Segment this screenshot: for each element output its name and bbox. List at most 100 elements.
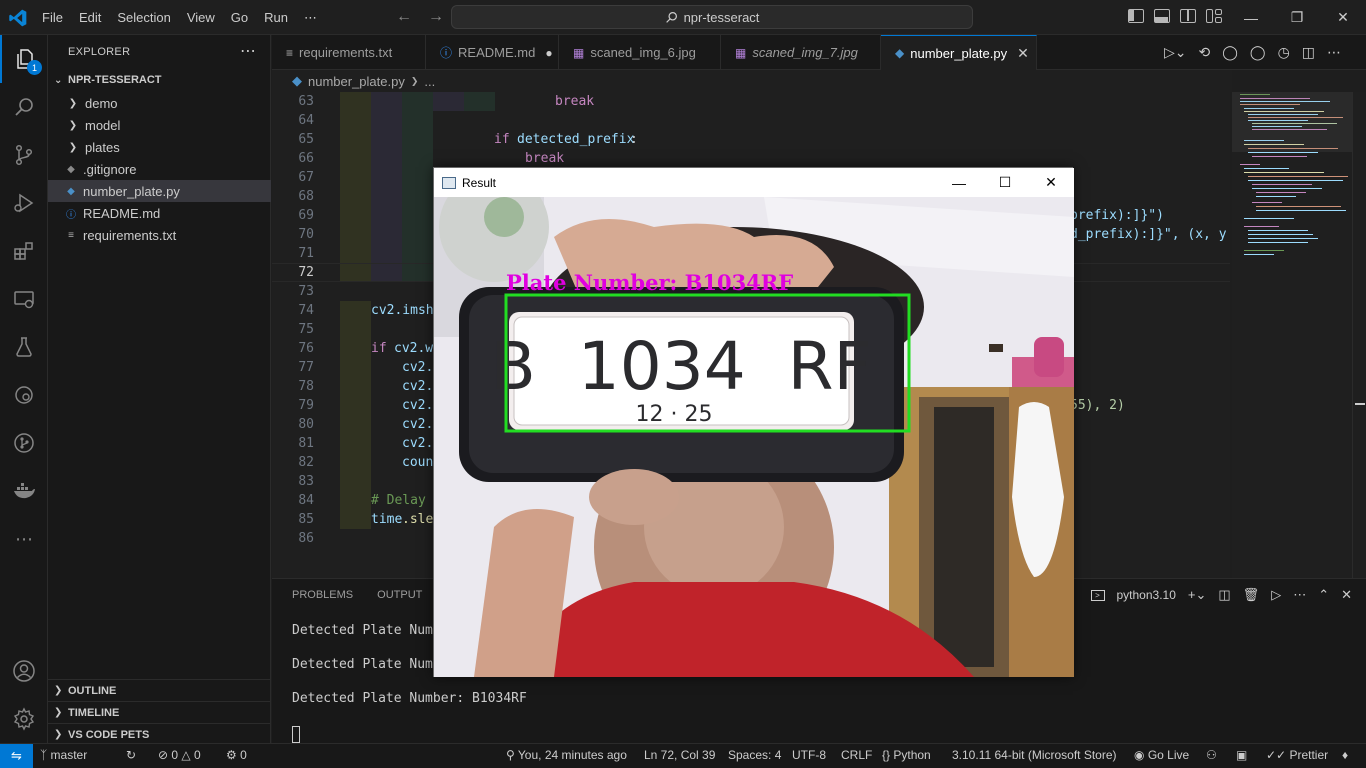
breadcrumb-file[interactable]: number_plate.py — [308, 74, 405, 89]
timeline-icon[interactable]: ◷ — [1278, 44, 1290, 61]
vscode-logo-icon — [9, 9, 27, 27]
minimize-icon[interactable]: — — [1228, 0, 1274, 35]
menu-run[interactable]: Run — [256, 10, 296, 25]
eol-status[interactable]: CRLF — [841, 748, 872, 762]
git-lens-icon[interactable] — [0, 419, 48, 467]
menu-file[interactable]: File — [34, 10, 71, 25]
maximize-panel-icon[interactable]: ⌃ — [1318, 587, 1329, 603]
close-panel-icon[interactable]: ✕ — [1341, 587, 1352, 603]
close-tab-icon[interactable]: ✕ — [1017, 45, 1029, 62]
open-changes-icon[interactable]: ⟲ — [1199, 44, 1211, 61]
python-file-icon: ◆ — [67, 185, 75, 197]
tab-readme[interactable]: ⓘ README.md ● — [426, 35, 559, 70]
kill-terminal-icon[interactable]: 🗑 — [1243, 587, 1260, 603]
bell-icon[interactable]: ♦ — [1342, 748, 1348, 762]
nav-arrows: ← → — [396, 8, 444, 26]
close-icon[interactable]: ✕ — [1320, 0, 1366, 35]
maximize-icon[interactable]: ☐ — [982, 168, 1028, 197]
tab-output[interactable]: OUTPUT — [377, 589, 422, 601]
previous-change-icon[interactable]: ◯ — [1222, 44, 1238, 61]
tree-file-requirements[interactable]: ≡ requirements.txt — [48, 224, 271, 246]
tab-number-plate-py[interactable]: ◆ number_plate.py ✕ — [881, 35, 1037, 70]
section-vscode-pets[interactable]: ❯ VS CODE PETS — [48, 723, 271, 745]
python-file-icon: ◆ — [292, 73, 302, 88]
menu-selection[interactable]: Selection — [109, 10, 178, 25]
toggle-primary-sidebar-icon[interactable] — [1128, 9, 1144, 23]
more-actions-icon[interactable]: ⋯ — [1293, 587, 1306, 603]
toggle-panel-icon[interactable] — [1154, 9, 1170, 23]
testing-flask-icon[interactable] — [0, 323, 48, 371]
result-window-titlebar[interactable]: Result — ☐ ✕ — [434, 168, 1074, 197]
toggle-secondary-sidebar-icon[interactable] — [1180, 9, 1196, 23]
menu-go[interactable]: Go — [223, 10, 256, 25]
tab-problems[interactable]: PROBLEMS — [292, 589, 353, 601]
problems-status[interactable]: ⊘ 0 △ 0 — [158, 748, 201, 762]
encoding-status[interactable]: UTF-8 — [792, 748, 826, 762]
tab-requirements[interactable]: ≡ requirements.txt — [272, 35, 426, 70]
remote-explorer-icon[interactable] — [0, 275, 48, 323]
menu-view[interactable]: View — [179, 10, 223, 25]
branch-status[interactable]: ᛉ master — [40, 748, 87, 762]
run-debug-icon[interactable] — [0, 179, 48, 227]
search-icon — [665, 11, 677, 23]
run-python-icon[interactable]: ▷⌄ — [1164, 44, 1187, 61]
git-graph-icon[interactable] — [0, 371, 48, 419]
extensions-icon[interactable] — [0, 227, 48, 275]
explorer-icon[interactable]: 1 — [0, 35, 48, 83]
section-timeline[interactable]: ❯ TIMELINE — [48, 701, 271, 723]
source-control-icon[interactable] — [0, 131, 48, 179]
go-live-button[interactable]: ◉ Go Live — [1134, 748, 1189, 762]
new-terminal-icon[interactable]: +⌄ — [1188, 587, 1206, 603]
gitignore-file-icon: ◆ — [67, 163, 75, 175]
copilot-icon[interactable]: ⚇ — [1206, 748, 1217, 762]
more-views-icon[interactable]: ⋯ — [0, 515, 48, 563]
forward-arrow-icon[interactable]: → — [428, 8, 444, 26]
tree-folder-model[interactable]: ❯ model — [48, 114, 271, 136]
terminal-name[interactable]: python3.10 — [1117, 588, 1176, 602]
workspace-root[interactable]: ⌄ NPR-TESSERACT — [48, 69, 271, 91]
explorer-more-icon[interactable]: ⋯ — [240, 41, 256, 61]
tree-file-readme[interactable]: ⓘ README.md — [48, 202, 271, 224]
interpreter-status[interactable]: 3.10.11 64-bit (Microsoft Store) — [952, 748, 1117, 762]
menu-more[interactable]: ⋯ — [296, 10, 325, 26]
search-icon[interactable] — [0, 83, 48, 131]
docker-icon[interactable] — [0, 467, 48, 515]
minimize-icon[interactable]: — — [936, 168, 982, 197]
close-icon[interactable]: ✕ — [1028, 168, 1074, 197]
command-center-search[interactable]: npr-tesseract — [451, 5, 973, 29]
language-status[interactable]: {} Python — [882, 748, 931, 762]
tab-scaned-img-6[interactable]: ▦ scaned_img_6.jpg — [559, 35, 721, 70]
result-window[interactable]: Result — ☐ ✕ B 1034 RF 12 · 25 Plate Num… — [433, 167, 1074, 677]
menu-bar: File Edit Selection View Go Run ⋯ — [34, 0, 325, 35]
cursor-position[interactable]: Ln 72, Col 39 — [644, 748, 715, 762]
tree-folder-demo[interactable]: ❯ demo — [48, 92, 271, 114]
explorer-badge: 1 — [27, 60, 42, 75]
ports-status[interactable]: ⚙ 0 — [226, 748, 247, 762]
indentation-status[interactable]: Spaces: 4 — [728, 748, 781, 762]
accounts-icon[interactable] — [0, 647, 48, 695]
restore-icon[interactable]: ❐ — [1274, 0, 1320, 35]
section-outline[interactable]: ❯ OUTLINE — [48, 679, 271, 701]
minimap[interactable] — [1232, 92, 1352, 578]
tree-file-gitignore[interactable]: ◆ .gitignore — [48, 158, 271, 180]
tree-file-number-plate-py[interactable]: ◆ number_plate.py — [48, 180, 271, 202]
editor-scrollbar[interactable] — [1352, 92, 1366, 578]
git-blame-status[interactable]: ⚲ You, 24 minutes ago — [506, 748, 627, 762]
split-terminal-icon[interactable]: ◫ — [1218, 587, 1230, 603]
tree-folder-plates[interactable]: ❯ plates — [48, 136, 271, 158]
breadcrumb-more[interactable]: ... — [424, 74, 435, 89]
customize-layout-icon[interactable] — [1206, 9, 1222, 23]
split-editor-icon[interactable]: ◫ — [1302, 44, 1315, 61]
sync-icon[interactable]: ↻ — [126, 748, 136, 762]
manage-gear-icon[interactable] — [0, 695, 48, 743]
more-actions-icon[interactable]: ⋯ — [1327, 44, 1341, 61]
notification-icon[interactable]: ▣ — [1236, 748, 1247, 762]
prettier-status[interactable]: ✓✓ Prettier — [1266, 748, 1328, 762]
run-icon[interactable]: ▷ — [1271, 587, 1281, 603]
next-change-icon[interactable]: ◯ — [1250, 44, 1266, 61]
code-line: 66 break — [298, 151, 565, 166]
tab-scaned-img-7[interactable]: ▦ scaned_img_7.jpg — [721, 35, 881, 70]
menu-edit[interactable]: Edit — [71, 10, 109, 25]
back-arrow-icon[interactable]: ← — [396, 8, 412, 26]
remote-indicator-icon[interactable]: ⇋ — [0, 744, 33, 768]
